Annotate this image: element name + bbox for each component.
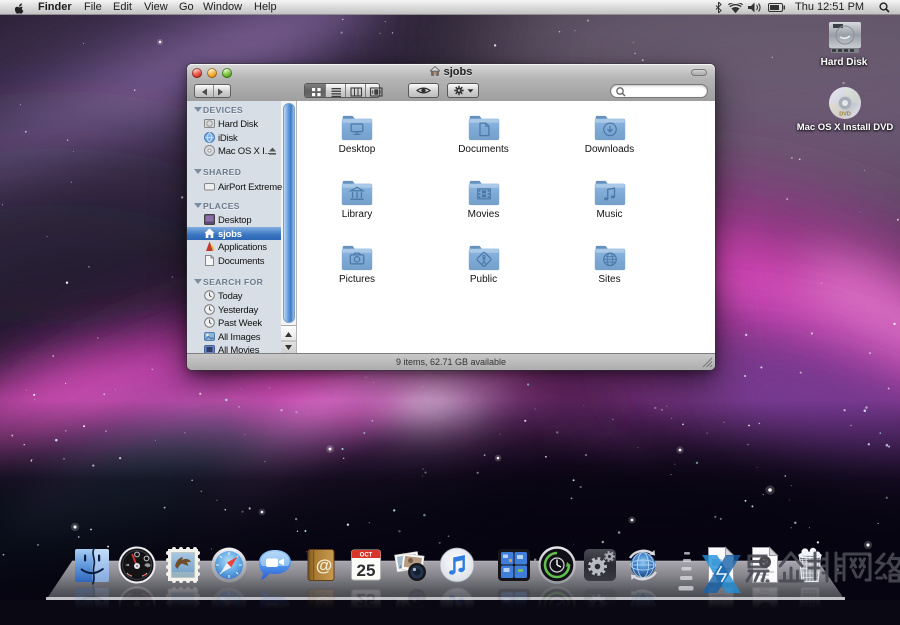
- svg-text:DVD: DVD: [839, 112, 851, 118]
- svg-text:25: 25: [357, 561, 376, 580]
- svg-text:OCT: OCT: [360, 553, 373, 559]
- svg-text:@: @: [316, 595, 333, 614]
- svg-text:@: @: [316, 556, 333, 575]
- svg-text:OCT: OCT: [360, 612, 373, 618]
